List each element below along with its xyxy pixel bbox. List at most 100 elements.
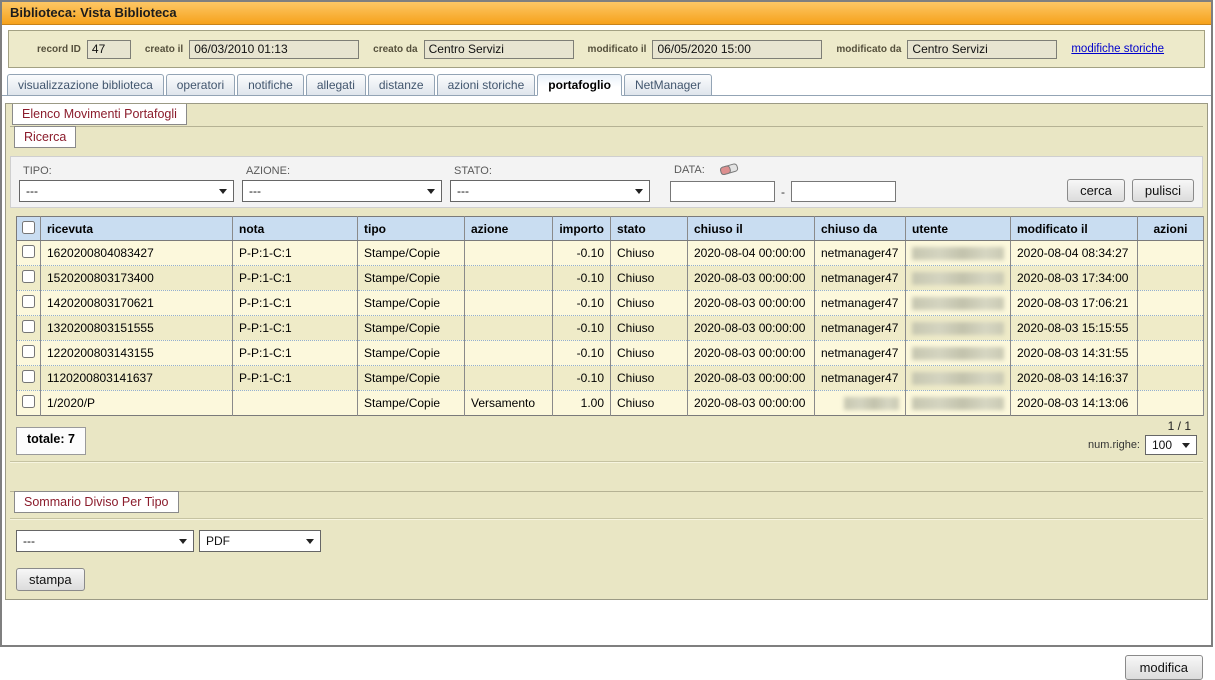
col-azione: azione	[465, 217, 553, 241]
modificato-da-label: modificato da	[836, 44, 901, 55]
modificato-il-label: modificato il	[588, 44, 647, 55]
tab-visualizzazione-biblioteca[interactable]: visualizzazione biblioteca	[7, 74, 164, 96]
cell-azioni	[1138, 391, 1204, 416]
stampa-button[interactable]: stampa	[16, 568, 85, 591]
azione-select[interactable]: ---	[242, 180, 442, 202]
col-nota: nota	[233, 217, 358, 241]
modificato-il-field: modificato il	[588, 40, 823, 59]
cell-importo: -0.10	[553, 366, 611, 391]
ricerca-section: Ricerca TIPO: --- AZIONE: ---	[10, 126, 1203, 455]
stato-select[interactable]: ---	[450, 180, 650, 202]
cell-chiuso-da: netmanager47	[815, 366, 906, 391]
section-title: Elenco Movimenti Portafogli	[12, 103, 187, 125]
azione-filter-label: AZIONE:	[246, 165, 442, 177]
cell-modificato-il: 2020-08-03 17:34:00	[1011, 266, 1138, 291]
application-window: Biblioteca: Vista Biblioteca record ID c…	[0, 0, 1213, 647]
creato-da-value[interactable]	[424, 40, 574, 59]
tab-distanze[interactable]: distanze	[368, 74, 435, 96]
cell-tipo: Stampe/Copie	[358, 341, 465, 366]
creato-da-field: creato da	[373, 40, 573, 59]
cell-azioni	[1138, 341, 1204, 366]
data-to-input[interactable]	[791, 181, 896, 202]
search-panel: TIPO: --- AZIONE: --- STATO:	[10, 156, 1203, 208]
row-checkbox[interactable]	[22, 320, 35, 333]
col-modificato-il: modificato il	[1011, 217, 1138, 241]
cell-chiuso-da: netmanager47	[815, 266, 906, 291]
chevron-down-icon	[306, 539, 314, 544]
cell-utente-redacted	[906, 266, 1011, 291]
modificato-da-value[interactable]	[907, 40, 1057, 59]
cell-nota: P-P:1-C:1	[233, 316, 358, 341]
cell-chiuso-il: 2020-08-03 00:00:00	[688, 341, 815, 366]
cell-importo: -0.10	[553, 291, 611, 316]
sommario-section: Sommario Diviso Per Tipo --- PDF stampa	[10, 491, 1203, 591]
cell-nota: P-P:1-C:1	[233, 341, 358, 366]
row-checkbox[interactable]	[22, 245, 35, 258]
formato-value: PDF	[206, 534, 230, 548]
modificato-da-field: modificato da	[836, 40, 1057, 59]
pulisci-button[interactable]: pulisci	[1132, 179, 1194, 202]
cell-nota	[233, 391, 358, 416]
num-righe-select[interactable]: 100	[1145, 435, 1197, 455]
cell-azione: Versamento	[465, 391, 553, 416]
table-header-row: ricevuta nota tipo azione importo stato …	[17, 217, 1204, 241]
cell-ricevuta: 1320200803151555	[41, 316, 233, 341]
cell-azione	[465, 266, 553, 291]
row-checkbox[interactable]	[22, 345, 35, 358]
totale-badge: totale: 7	[16, 427, 86, 455]
tab-azioni-storiche[interactable]: azioni storiche	[437, 74, 536, 96]
stato-filter-label: STATO:	[454, 165, 650, 177]
divider	[10, 461, 1203, 463]
record-header: record ID creato il creato da modificato…	[8, 30, 1205, 68]
num-righe-label: num.righe:	[1088, 439, 1140, 451]
cell-chiuso-da: netmanager47	[815, 341, 906, 366]
modifiche-storiche-link[interactable]: modifiche storiche	[1071, 43, 1164, 55]
cell-modificato-il: 2020-08-03 14:13:06	[1011, 391, 1138, 416]
cell-azione	[465, 241, 553, 266]
cell-modificato-il: 2020-08-03 14:16:37	[1011, 366, 1138, 391]
cell-stato: Chiuso	[611, 266, 688, 291]
row-checkbox[interactable]	[22, 295, 35, 308]
table-footer: totale: 7 1 / 1 num.righe: 100	[16, 418, 1197, 455]
cell-stato: Chiuso	[611, 316, 688, 341]
col-importo: importo	[553, 217, 611, 241]
cell-utente-redacted	[906, 366, 1011, 391]
cell-stato: Chiuso	[611, 341, 688, 366]
cell-azione	[465, 366, 553, 391]
cell-chiuso-da: netmanager47	[815, 241, 906, 266]
data-from-input[interactable]	[670, 181, 775, 202]
cell-tipo: Stampe/Copie	[358, 391, 465, 416]
sommario-tipo-select[interactable]: ---	[16, 530, 194, 552]
tab-allegati[interactable]: allegati	[306, 74, 366, 96]
tab-notifiche[interactable]: notifiche	[237, 74, 304, 96]
record-id-value[interactable]	[87, 40, 131, 59]
tipo-select[interactable]: ---	[19, 180, 234, 202]
tab-operatori[interactable]: operatori	[166, 74, 235, 96]
cell-importo: -0.10	[553, 241, 611, 266]
tab-netmanager[interactable]: NetManager	[624, 74, 712, 96]
cell-modificato-il: 2020-08-04 08:34:27	[1011, 241, 1138, 266]
modificato-il-value[interactable]	[652, 40, 822, 59]
cell-tipo: Stampe/Copie	[358, 291, 465, 316]
creato-il-value[interactable]	[189, 40, 359, 59]
cell-azioni	[1138, 291, 1204, 316]
table-row: 1/2020/P Stampe/Copie Versamento 1.00 Ch…	[17, 391, 1204, 416]
cell-ricevuta: 1520200803173400	[41, 266, 233, 291]
col-stato: stato	[611, 217, 688, 241]
cell-stato: Chiuso	[611, 291, 688, 316]
tab-portafoglio[interactable]: portafoglio	[537, 74, 622, 96]
modifica-button[interactable]: modifica	[1125, 655, 1203, 680]
select-all-checkbox[interactable]	[22, 221, 35, 234]
formato-select[interactable]: PDF	[199, 530, 321, 552]
record-id-label: record ID	[37, 44, 81, 55]
row-checkbox[interactable]	[22, 395, 35, 408]
eraser-icon[interactable]	[719, 162, 739, 178]
cell-modificato-il: 2020-08-03 17:06:21	[1011, 291, 1138, 316]
row-checkbox[interactable]	[22, 370, 35, 383]
cerca-button[interactable]: cerca	[1067, 179, 1125, 202]
row-checkbox[interactable]	[22, 270, 35, 283]
data-filter-label: DATA:	[674, 164, 705, 176]
cell-modificato-il: 2020-08-03 14:31:55	[1011, 341, 1138, 366]
cell-nota: P-P:1-C:1	[233, 241, 358, 266]
sommario-title: Sommario Diviso Per Tipo	[14, 491, 179, 513]
